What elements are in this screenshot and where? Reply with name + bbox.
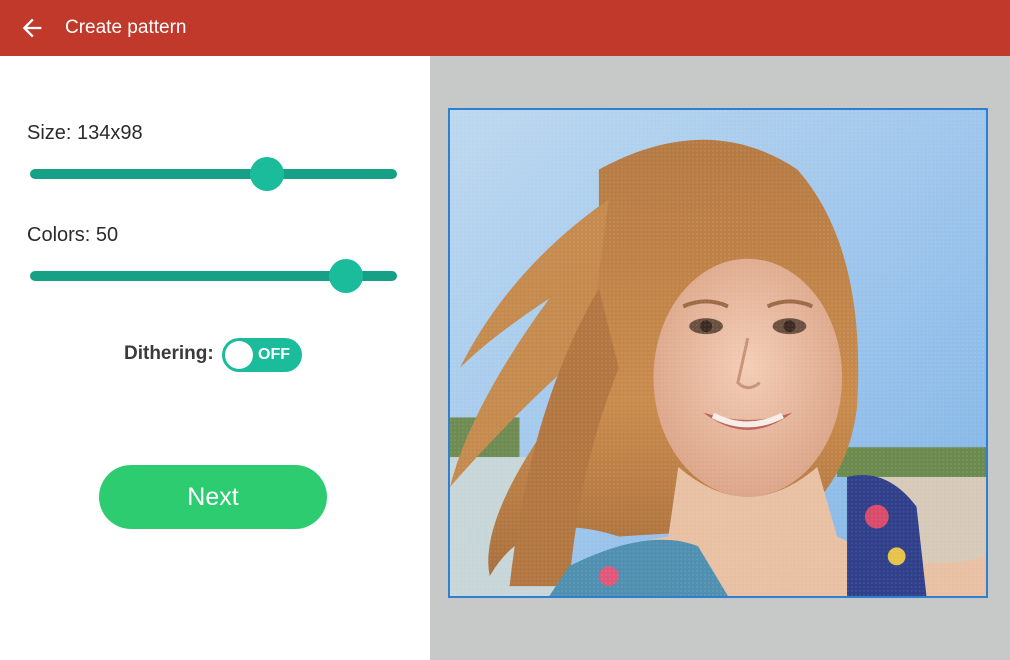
colors-label: Colors: 50 [27,224,119,246]
page-title: Create pattern [65,17,187,38]
back-button[interactable] [18,14,46,42]
colors-slider-thumb[interactable] [328,259,363,293]
dithering-toggle[interactable]: OFF [222,338,302,372]
dithering-state: OFF [258,346,290,363]
size-slider[interactable] [30,156,397,192]
size-slider-track [30,169,397,179]
arrow-left-icon [18,14,46,42]
pattern-preview [448,108,988,598]
colors-slider[interactable] [30,258,397,294]
next-button[interactable]: Next [99,465,327,529]
app-bar: Create pattern [0,0,1010,56]
size-slider-thumb[interactable] [249,157,284,191]
pixelated-portrait-photo [450,110,986,596]
size-label: Size: 134x98 [27,122,143,144]
settings-panel [0,56,430,660]
preview-panel [430,56,1010,660]
dithering-label: Dithering: [124,343,214,364]
toggle-knob [225,341,253,369]
